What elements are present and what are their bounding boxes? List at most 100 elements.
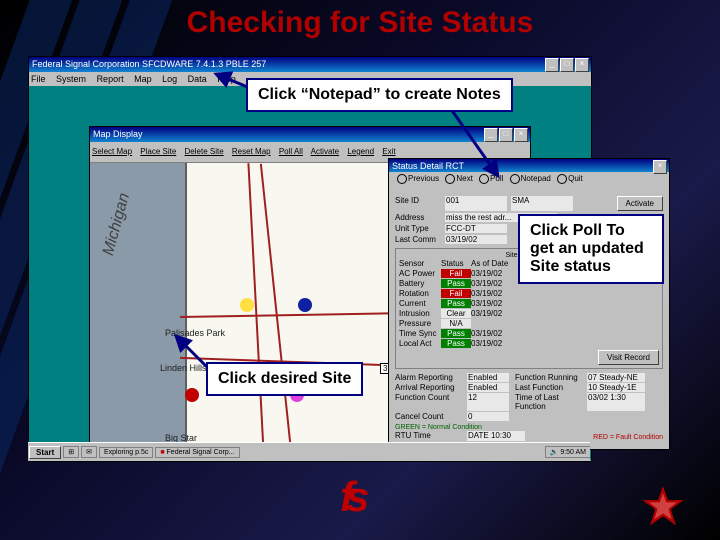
arrival-label: Arrival Reporting	[395, 383, 467, 392]
cancel-label: Cancel Count	[395, 412, 467, 421]
sensor-status: Pass	[441, 279, 471, 288]
sensor-date: 03/19/02	[471, 339, 659, 348]
lastfunc-value: 10 Steady-1E	[587, 383, 645, 392]
close-button[interactable]: ×	[575, 58, 589, 72]
sensor-label: Pressure	[399, 319, 441, 328]
fs-logo: fs	[340, 480, 361, 514]
map-title: Map Display	[93, 129, 143, 139]
status-toolbar: Previous Next Poll Notepad Quit	[389, 172, 669, 192]
menu-system[interactable]: System	[56, 74, 86, 84]
sensor-date: 03/19/02	[471, 309, 659, 318]
sensor-status: Fail	[441, 289, 471, 298]
app-titlebar: Federal Signal Corporation SFCDWARE 7.4.…	[29, 57, 591, 72]
sensor-label: Time Sync	[399, 329, 441, 338]
callout-poll: Click Poll To get an updated Site status	[518, 214, 664, 284]
sensor-label: Current	[399, 299, 441, 308]
siteid-value: 001	[445, 196, 507, 211]
toolbar-exit[interactable]: Exit	[382, 147, 395, 156]
status-close-button[interactable]: ×	[653, 160, 667, 174]
rtu-label: RTU Time	[395, 431, 467, 441]
funccnt-label: Function Count	[395, 393, 467, 411]
quicklaunch-icon[interactable]: ⊞	[63, 446, 79, 458]
sensor-status: Pass	[441, 339, 471, 348]
arrival-value: Enabled	[467, 383, 509, 392]
toolbar-activate[interactable]: Activate	[311, 147, 339, 156]
app-title: Federal Signal Corporation SFCDWARE 7.4.…	[32, 59, 266, 69]
col-sensor: Sensor	[399, 259, 441, 268]
sensor-status: Pass	[441, 299, 471, 308]
road-v2	[260, 164, 292, 453]
quicklaunch-icon[interactable]: ✉	[81, 446, 97, 458]
address-label: Address	[395, 213, 445, 222]
system-tray[interactable]: 🔊 9:50 AM	[545, 446, 590, 458]
sensor-date: 03/19/02	[471, 299, 659, 308]
slide-title: Checking for Site Status	[0, 6, 720, 40]
visit-record-button[interactable]: Visit Record	[598, 350, 659, 365]
funcrun-label: Function Running	[515, 373, 587, 382]
toolbar-poll-all[interactable]: Poll All	[279, 147, 303, 156]
toolbar-place-site[interactable]: Place Site	[140, 147, 176, 156]
status-titlebar: Status Detail RCT ×	[389, 159, 669, 172]
funcrun-value: 07 Steady-NE	[587, 373, 645, 382]
lake-area	[90, 163, 187, 453]
lastfunc-label: Last Function	[515, 383, 587, 392]
sensor-status: Pass	[441, 329, 471, 338]
col-status: Status	[441, 259, 471, 268]
site-marker-2[interactable]	[298, 298, 312, 312]
map-close-button[interactable]: ×	[514, 128, 528, 142]
sensor-label: Intrusion	[399, 309, 441, 318]
maximize-button[interactable]: □	[560, 58, 574, 72]
funccnt-value: 12	[467, 393, 509, 411]
taskbar: Start ⊞ ✉ Exploring p.5c ■ Federal Signa…	[28, 442, 590, 461]
sensor-date: 03/19/02	[471, 289, 659, 298]
star-icon	[640, 484, 686, 530]
task-explorer[interactable]: Exploring p.5c	[99, 447, 153, 458]
sensor-label: AC Power	[399, 269, 441, 278]
start-button[interactable]: Start	[29, 446, 61, 459]
radio-previous[interactable]	[397, 174, 407, 184]
minimize-button[interactable]: _	[545, 58, 559, 72]
activate-button[interactable]: Activate	[617, 196, 663, 211]
siteid-name: SMA	[511, 196, 573, 211]
menu-data[interactable]: Data	[188, 74, 207, 84]
legend-green: GREEN = Normal Condition	[395, 424, 482, 431]
toolbar-select-map[interactable]: Select Map	[92, 147, 132, 156]
toolbar-legend[interactable]: Legend	[347, 147, 374, 156]
task-federal-signal[interactable]: ■ Federal Signal Corp...	[155, 447, 239, 458]
menu-report[interactable]: Report	[97, 74, 124, 84]
radio-notepad[interactable]	[510, 174, 520, 184]
sensor-date: 03/19/02	[471, 329, 659, 338]
menu-file[interactable]: File	[31, 74, 46, 84]
sensor-status: Fail	[441, 269, 471, 278]
sensor-label: Rotation	[399, 289, 441, 298]
status-window: Status Detail RCT × Previous Next Poll N…	[388, 158, 670, 450]
sensor-label: Local Act	[399, 339, 441, 348]
label-quit: Quit	[568, 174, 583, 183]
unittype-label: Unit Type	[395, 224, 445, 233]
callout-site: Click desired Site	[206, 362, 363, 396]
sensor-status: N/A	[441, 319, 471, 328]
sensor-date	[471, 319, 659, 328]
alarm-value: Enabled	[467, 373, 509, 382]
site-marker-1[interactable]	[240, 298, 254, 312]
menu-map[interactable]: Map	[134, 74, 152, 84]
alarm-label: Alarm Reporting	[395, 373, 467, 382]
lastcomm-value: 03/19/02	[445, 235, 507, 244]
siteid-label: Site ID	[395, 196, 445, 211]
label-notepad: Notepad	[521, 174, 551, 183]
cancel-value: 0	[467, 412, 509, 421]
callout-notepad: Click “Notepad” to create Notes	[246, 78, 513, 112]
toolbar-reset-map[interactable]: Reset Map	[232, 147, 271, 156]
timelast-value: 03/02 1:30	[587, 393, 645, 411]
sensor-status: Clear	[441, 309, 471, 318]
label-previous: Previous	[408, 174, 439, 183]
lastcomm-label: Last Comm	[395, 235, 445, 244]
timelast-label: Time of Last Function	[515, 393, 587, 411]
unittype-value: FCC-DT	[445, 224, 507, 233]
menu-log[interactable]: Log	[162, 74, 177, 84]
rtu-value: DATE 10:30	[467, 431, 525, 441]
toolbar-delete-site[interactable]: Delete Site	[185, 147, 224, 156]
legend-red: RED = Fault Condition	[593, 434, 663, 441]
site-marker-3[interactable]	[185, 388, 199, 402]
radio-quit[interactable]	[557, 174, 567, 184]
